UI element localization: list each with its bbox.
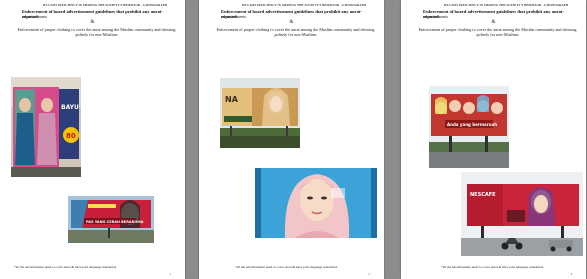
- ampersand: &: [289, 20, 294, 25]
- sign-text: Anda yang bermaruah: [447, 122, 497, 127]
- ampersand: &: [90, 20, 95, 25]
- photo-caption: *all the advertisement need to cover aur…: [441, 265, 544, 269]
- page-number: 2: [368, 272, 371, 276]
- sign-text: BAYU: [61, 104, 79, 111]
- photo-caption: *all the advertisement need to cover aur…: [14, 265, 117, 269]
- page-number: 1: [169, 272, 172, 276]
- section-title-continued: advertisements: [22, 14, 48, 19]
- sign-text: NESCAFE: [470, 192, 496, 198]
- ampersand: &: [491, 20, 496, 25]
- billboard-jawi-banner-photo: PAS YANG CERAH BERAROMA: [68, 196, 154, 243]
- sign-text: PAS YANG CERAH BERAROMA: [86, 220, 144, 224]
- running-header: BY-LAWS EFFICIENCY IN SHAPING THE SOCIET…: [444, 3, 568, 7]
- highway-billboard-photo: Anda yang bermaruah: [429, 86, 509, 168]
- roadside-billboard-photo: NA: [220, 78, 300, 148]
- body-paragraph: Enforcement of proper clothing to cover …: [216, 27, 375, 38]
- hijab-advertisement-photo: [255, 168, 377, 238]
- body-paragraph: Enforcement of proper clothing to cover …: [17, 27, 176, 38]
- page-number: 3: [570, 272, 573, 276]
- billboard-women-photo: BAYU 80: [11, 77, 81, 177]
- section-title-continued: advertisements: [221, 14, 247, 19]
- street-billboard-photo: NESCAFE: [461, 172, 583, 256]
- running-header: BY-LAWS EFFICIENCY IN SHAPING THE SOCIET…: [43, 3, 167, 7]
- document-page-3: BY-LAWS EFFICIENCY IN SHAPING THE SOCIET…: [401, 0, 586, 279]
- price-tag-text: 80: [66, 132, 76, 140]
- document-page-1: BY-LAWS EFFICIENCY IN SHAPING THE SOCIET…: [0, 0, 185, 279]
- body-paragraph: Enforcement of proper clothing to cover …: [418, 27, 577, 38]
- document-page-2: BY-LAWS EFFICIENCY IN SHAPING THE SOCIET…: [199, 0, 384, 279]
- running-header: BY-LAWS EFFICIENCY IN SHAPING THE SOCIET…: [242, 3, 366, 7]
- photo-caption: *all the advertisement need to cover aur…: [235, 265, 338, 269]
- section-title-continued: advertisements: [423, 14, 449, 19]
- sign-text: NA: [225, 95, 239, 104]
